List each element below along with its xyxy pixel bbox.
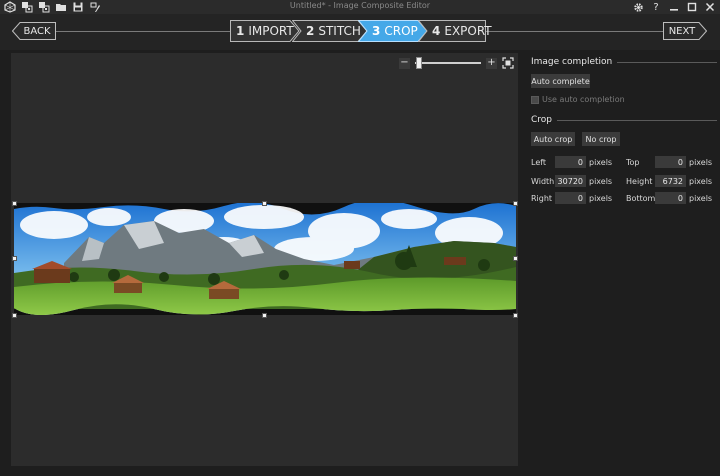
panorama-image: [14, 203, 516, 315]
workflow-steps: 1 IMPORT 2 STITCH 3 CROP 4 EXPORT: [230, 20, 492, 42]
use-auto-completion-label: Use auto completion: [542, 95, 625, 104]
window-title: Untitled* - Image Composite Editor: [289, 1, 431, 10]
crop-handle-top[interactable]: [262, 201, 267, 206]
next-button[interactable]: NEXT: [663, 22, 707, 40]
crop-top-unit: pixels: [689, 157, 713, 167]
step-crop-number: 3: [372, 24, 381, 38]
step-import[interactable]: 1 IMPORT: [230, 20, 300, 42]
image-canvas[interactable]: − +: [11, 53, 518, 466]
minimize-icon[interactable]: [667, 1, 681, 13]
zoom-in-button[interactable]: +: [486, 57, 497, 69]
step-import-number: 1: [236, 24, 245, 38]
no-crop-button[interactable]: No crop: [582, 132, 620, 146]
crop-left-unit: pixels: [589, 157, 613, 167]
crop-height-input[interactable]: 6732: [655, 175, 686, 187]
step-import-label: IMPORT: [248, 24, 294, 38]
fit-to-window-icon[interactable]: [502, 57, 514, 69]
crop-heading: Crop: [531, 115, 553, 125]
zoom-slider-track: [415, 62, 481, 64]
new-panorama-icon[interactable]: [20, 1, 33, 13]
zoom-slider[interactable]: [415, 57, 481, 69]
properties-panel: Image completion Auto complete Use auto …: [525, 53, 720, 466]
quick-toolbar: [3, 0, 101, 14]
crop-handle-bottom-right[interactable]: [513, 313, 518, 318]
app-window: Untitled* - Image Composite Editor ? BAC…: [0, 0, 720, 476]
step-export-label: EXPORT: [444, 24, 492, 38]
open-folder-icon[interactable]: [54, 1, 67, 13]
app-logo-icon: [3, 1, 16, 13]
close-icon[interactable]: [703, 1, 717, 13]
step-crop-label: CROP: [384, 24, 418, 38]
step-stitch-number: 2: [306, 24, 315, 38]
nav-divider-right: [486, 31, 664, 32]
settings-gear-icon[interactable]: [631, 1, 645, 13]
crop-width-field: Width 30720 pixels: [531, 175, 612, 187]
image-completion-section-header: Image completion: [531, 57, 717, 67]
panorama-preview[interactable]: [14, 203, 516, 315]
new-video-panorama-icon[interactable]: [37, 1, 50, 13]
auto-crop-button[interactable]: Auto crop: [531, 132, 575, 146]
crop-bottom-field: Bottom 0 pixels: [626, 192, 712, 204]
next-button-label: NEXT: [668, 25, 696, 37]
crop-handle-bottom-left[interactable]: [12, 313, 17, 318]
step-export-number: 4: [432, 24, 441, 38]
crop-handle-bottom[interactable]: [262, 313, 267, 318]
crop-right-field: Right 0 pixels: [531, 192, 612, 204]
crop-width-label: Width: [531, 176, 555, 186]
crop-bottom-label: Bottom: [626, 193, 656, 203]
window-controls: ?: [631, 0, 717, 14]
crop-left-label: Left: [531, 157, 547, 167]
section-rule: [557, 119, 717, 121]
help-icon[interactable]: ?: [649, 1, 663, 13]
crop-section-header: Crop: [531, 115, 717, 125]
back-button-label: BACK: [23, 25, 51, 37]
crop-left-field: Left 0 pixels: [531, 156, 612, 168]
step-stitch-label: STITCH: [318, 24, 361, 38]
zoom-controls: − +: [399, 56, 514, 70]
crop-top-label: Top: [626, 157, 640, 167]
save-icon[interactable]: [71, 1, 84, 13]
crop-handle-top-left[interactable]: [12, 201, 17, 206]
crop-width-unit: pixels: [589, 176, 613, 186]
step-stitch[interactable]: 2 STITCH: [292, 20, 368, 42]
crop-bottom-unit: pixels: [689, 193, 713, 203]
crop-left-input[interactable]: 0: [555, 156, 586, 168]
nav-divider-left: [56, 31, 231, 32]
crop-handle-right[interactable]: [513, 256, 518, 261]
image-completion-heading: Image completion: [531, 57, 613, 67]
publish-icon[interactable]: [88, 1, 101, 13]
crop-top-input[interactable]: 0: [655, 156, 686, 168]
auto-complete-button[interactable]: Auto complete: [531, 74, 590, 88]
crop-bottom-input[interactable]: 0: [655, 192, 686, 204]
back-button[interactable]: BACK: [12, 22, 56, 40]
crop-height-unit: pixels: [689, 176, 713, 186]
zoom-out-button[interactable]: −: [399, 57, 410, 69]
crop-right-label: Right: [531, 193, 553, 203]
crop-height-label: Height: [626, 176, 653, 186]
title-bar: Untitled* - Image Composite Editor ?: [0, 0, 720, 14]
zoom-slider-thumb[interactable]: [416, 57, 422, 69]
crop-right-unit: pixels: [589, 193, 613, 203]
use-auto-completion-row[interactable]: Use auto completion: [531, 95, 625, 104]
crop-height-field: Height 6732 pixels: [626, 175, 712, 187]
crop-width-input[interactable]: 30720: [555, 175, 586, 187]
crop-handle-left[interactable]: [12, 256, 17, 261]
crop-top-field: Top 0 pixels: [626, 156, 712, 168]
crop-handle-top-right[interactable]: [513, 201, 518, 206]
use-auto-completion-checkbox[interactable]: [531, 95, 539, 104]
workflow-nav-bar: BACK 1 IMPORT 2 STITCH 3 CROP 4 EXPORT NEXT: [0, 14, 720, 50]
step-export[interactable]: 4 EXPORT: [418, 20, 492, 42]
crop-right-input[interactable]: 0: [555, 192, 586, 204]
section-rule: [617, 61, 717, 63]
maximize-icon[interactable]: [685, 1, 699, 13]
step-crop[interactable]: 3 CROP: [358, 20, 428, 42]
